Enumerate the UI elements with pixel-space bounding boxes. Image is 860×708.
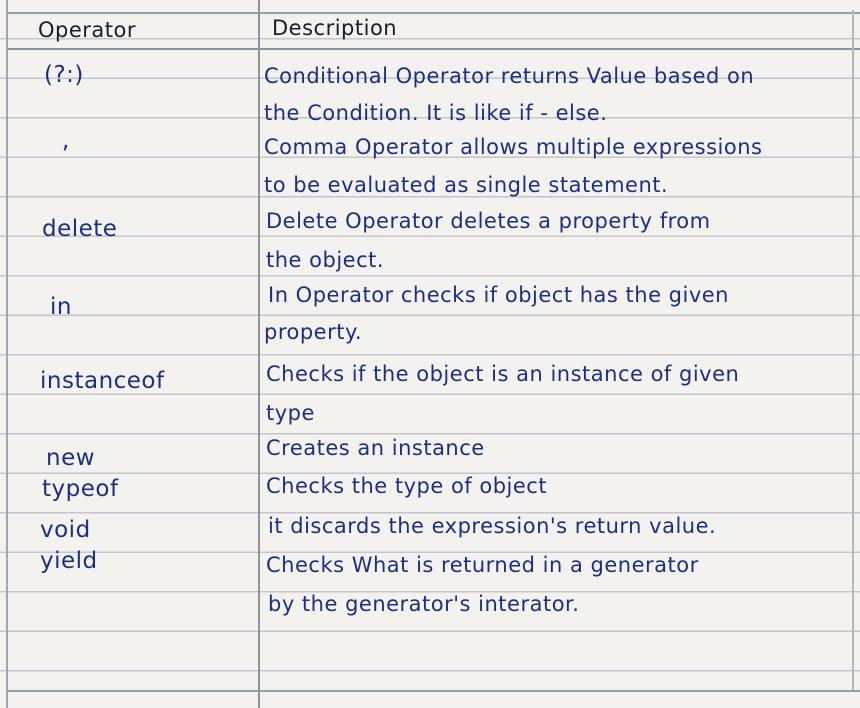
- description-line: Checks the type of object: [266, 474, 548, 498]
- header-rule: [6, 48, 860, 50]
- page-bottom-rule: [6, 690, 860, 692]
- description-line: Delete Operator deletes a property from: [266, 209, 711, 233]
- operator-cell: yield: [40, 548, 98, 574]
- operator-cell: (?:): [44, 62, 84, 88]
- operator-cell: in: [50, 294, 72, 320]
- description-line: to be evaluated as single statement.: [264, 173, 669, 197]
- operator-cell: void: [40, 517, 91, 543]
- description-line: Comma Operator allows multiple expressio…: [264, 135, 763, 159]
- header-operator: Operator: [38, 18, 136, 42]
- column-divider: [258, 0, 260, 708]
- description-line: Checks What is returned in a generator: [266, 553, 699, 577]
- description-line: the object.: [266, 248, 385, 272]
- operator-cell: ,: [62, 128, 70, 154]
- notebook-page: Operator Description (?:) Conditional Op…: [0, 0, 860, 708]
- description-line: Conditional Operator returns Value based…: [264, 64, 755, 88]
- description-line: it discards the expression's return valu…: [268, 514, 717, 538]
- operator-cell: typeof: [42, 476, 119, 502]
- page-top-rule: [6, 12, 860, 14]
- description-line: by the generator's interator.: [268, 592, 580, 616]
- operator-cell: delete: [42, 216, 118, 242]
- operator-cell: new: [46, 445, 96, 471]
- description-line: type: [266, 401, 315, 425]
- right-margin-line: [852, 10, 854, 690]
- left-margin-line: [6, 0, 8, 708]
- bleed-through-mark: [650, 398, 656, 422]
- header-description: Description: [272, 16, 398, 40]
- description-line: the Condition. It is like if - else.: [264, 101, 608, 125]
- description-line: property.: [264, 320, 363, 344]
- description-line: In Operator checks if object has the giv…: [268, 283, 729, 307]
- operator-cell: instanceof: [40, 368, 165, 394]
- description-line: Creates an instance: [266, 436, 485, 460]
- description-line: Checks if the object is an instance of g…: [266, 362, 740, 386]
